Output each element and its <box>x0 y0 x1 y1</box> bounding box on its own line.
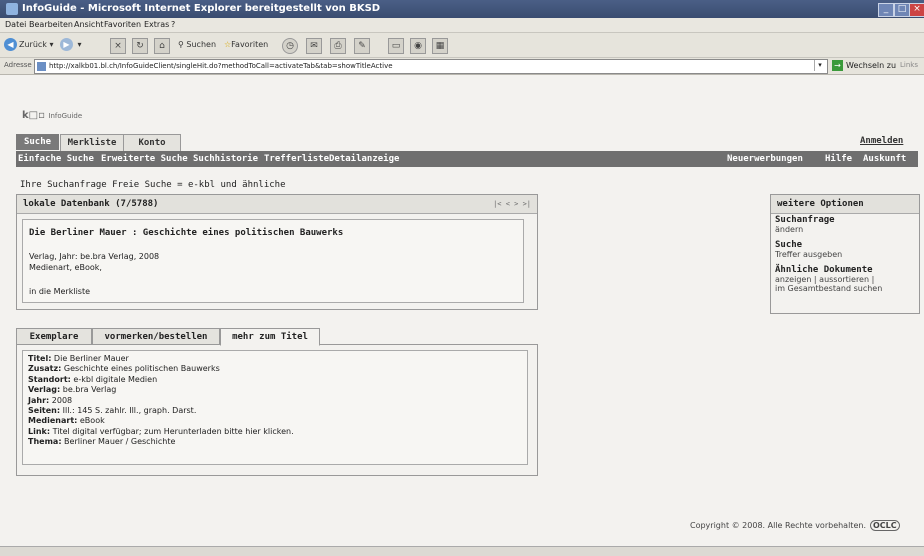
nav-hilfe[interactable]: Hilfe <box>825 154 852 164</box>
back-arrow-icon: ◀ <box>4 38 17 51</box>
forward-arrow-icon: ▶ <box>60 38 73 51</box>
address-dropdown-icon[interactable]: ▾ <box>814 60 825 71</box>
stop-icon[interactable]: × <box>110 38 126 54</box>
sub-navigation: Einfache Suche Erweiterte Suche Suchhist… <box>16 151 918 167</box>
result-item: Die Berliner Mauer : Geschichte eines po… <box>22 219 524 303</box>
messenger-icon[interactable]: ◉ <box>410 38 426 54</box>
go-arrow-icon: → <box>832 60 843 71</box>
option-suchanfrage-heading: Suchanfrage <box>775 215 835 225</box>
minimize-button[interactable]: _ <box>878 3 894 17</box>
detail-panel: Titel: Die Berliner Mauer Zusatz: Geschi… <box>16 344 538 476</box>
oclc-logo: OCLC <box>869 520 900 531</box>
detail-row-titel: Titel: Die Berliner Mauer <box>28 354 129 363</box>
discuss-icon[interactable]: ▭ <box>388 38 404 54</box>
options-panel-title: weitere Optionen <box>771 195 919 214</box>
detail-row-seiten: Seiten: Ill.: 145 S. zahlr. Ill., graph.… <box>28 406 197 416</box>
ie-icon <box>6 3 18 15</box>
nav-suchhistorie[interactable]: Suchhistorie <box>193 154 258 164</box>
research-icon[interactable]: ▦ <box>432 38 448 54</box>
favorites-button[interactable]: ☆Favoriten <box>224 37 268 53</box>
close-button[interactable]: × <box>909 3 924 17</box>
detail-row-jahr: Jahr: 2008 <box>28 395 73 405</box>
detail-row-verlag: Verlag: be.bra Verlag <box>28 385 117 395</box>
result-title[interactable]: Die Berliner Mauer : Geschichte eines po… <box>29 228 343 238</box>
back-button[interactable]: ◀ Zurück ▾ <box>4 37 54 53</box>
tab-mehr-zum-titel[interactable]: mehr zum Titel <box>220 328 320 346</box>
forward-button[interactable]: ▶ ▾ <box>60 37 82 53</box>
option-suche-heading: Suche <box>775 240 803 250</box>
result-panel-title: lokale Datenbank (7/5788) <box>23 199 159 209</box>
search-button[interactable]: ⚲ Suchen <box>178 37 216 53</box>
option-aehnliche-heading: Ähnliche Dokumente <box>775 265 873 275</box>
detail-row-thema: Thema: Berliner Mauer / Geschichte <box>28 437 176 447</box>
page-content: k□▫ InfoGuide Suche Merkliste Konto Anme… <box>0 75 924 546</box>
home-icon[interactable]: ⌂ <box>154 38 170 54</box>
window-titlebar: InfoGuide - Microsoft Internet Explorer … <box>0 0 924 18</box>
menu-help[interactable]: ? <box>171 20 175 29</box>
options-panel: weitere Optionen Suchanfrage ändern Such… <box>770 194 920 314</box>
result-media: Medienart, eBook, <box>29 263 102 272</box>
option-gesamtbestand-link[interactable]: im Gesamtbestand suchen <box>775 284 911 293</box>
nav-einfache-suche[interactable]: Einfache Suche <box>18 154 94 164</box>
detail-row-standort: Standort: e-kbl digitale Medien <box>28 374 158 384</box>
detail-row-medienart: Medienart: eBook <box>28 416 105 426</box>
option-aendern-link[interactable]: ändern <box>775 225 911 234</box>
menu-extras[interactable]: Extras <box>144 20 169 29</box>
option-treffer-ausgeben-link[interactable]: Treffer ausgeben <box>775 250 911 259</box>
tab-merkliste[interactable]: Merkliste <box>60 134 124 151</box>
result-panel-header: lokale Datenbank (7/5788) |< < > >| <box>17 195 537 214</box>
add-to-watchlist-link[interactable]: in die Merkliste <box>29 287 90 296</box>
menu-bearbeiten[interactable]: Bearbeiten <box>29 20 73 29</box>
detail-row-link[interactable]: Link: Titel digital verfügbar; zum Herun… <box>28 427 522 437</box>
print-icon[interactable]: ⎙ <box>330 38 346 54</box>
menu-bar: Datei Bearbeiten Ansicht Favoriten Extra… <box>0 18 924 33</box>
detail-row-zusatz: Zusatz: Geschichte eines politischen Bau… <box>28 364 220 374</box>
maximize-button[interactable]: □ <box>894 3 910 17</box>
history-icon[interactable]: ◷ <box>282 38 298 54</box>
menu-favoriten[interactable]: Favoriten <box>104 20 141 29</box>
window-title: InfoGuide - Microsoft Internet Explorer … <box>22 3 381 14</box>
tab-suche[interactable]: Suche <box>16 134 59 150</box>
result-publisher: Verlag, Jahr: be.bra Verlag, 2008 <box>29 252 160 261</box>
login-link[interactable]: Anmelden <box>860 136 903 146</box>
address-input[interactable]: http://xalkb01.bl.ch/InfoGuideClient/sin… <box>34 59 828 74</box>
address-label: Adresse <box>4 61 32 69</box>
result-panel: lokale Datenbank (7/5788) |< < > >| Die … <box>16 194 538 310</box>
option-similar-links[interactable]: anzeigen | aussortieren | <box>775 275 911 284</box>
nav-neuerwerbungen[interactable]: Neuerwerbungen <box>727 154 803 164</box>
address-bar: Adresse http://xalkb01.bl.ch/InfoGuideCl… <box>0 58 924 75</box>
refresh-icon[interactable]: ↻ <box>132 38 148 54</box>
links-label[interactable]: Links <box>900 61 918 69</box>
edit-icon[interactable]: ✎ <box>354 38 370 54</box>
tab-konto[interactable]: Konto <box>123 134 181 151</box>
nav-auskunft[interactable]: Auskunft <box>863 154 906 164</box>
pager-nav[interactable]: |< < > >| <box>493 195 531 213</box>
nav-detailanzeige[interactable]: Detailanzeige <box>329 154 399 164</box>
title-details: Titel: Die Berliner Mauer Zusatz: Geschi… <box>22 350 528 465</box>
kbl-logo: k□▫ InfoGuide <box>22 110 83 121</box>
search-icon: ⚲ <box>178 40 184 49</box>
page-icon <box>37 61 46 71</box>
nav-trefferliste[interactable]: Trefferliste <box>264 154 329 164</box>
toolbar: ◀ Zurück ▾ ▶ ▾ × ↻ ⌂ ⚲ Suchen ☆Favoriten … <box>0 33 924 58</box>
search-query-text: Ihre Suchanfrage Freie Suche = e-kbl und… <box>20 180 286 190</box>
go-button[interactable]: → Wechseln zu <box>832 60 896 71</box>
nav-erweiterte-suche[interactable]: Erweiterte Suche <box>101 154 188 164</box>
menu-datei[interactable]: Datei <box>5 20 26 29</box>
footer-copyright: Copyright © 2008. Alle Rechte vorbehalte… <box>690 520 900 531</box>
mail-icon[interactable]: ✉ <box>306 38 322 54</box>
menu-ansicht[interactable]: Ansicht <box>74 20 104 29</box>
